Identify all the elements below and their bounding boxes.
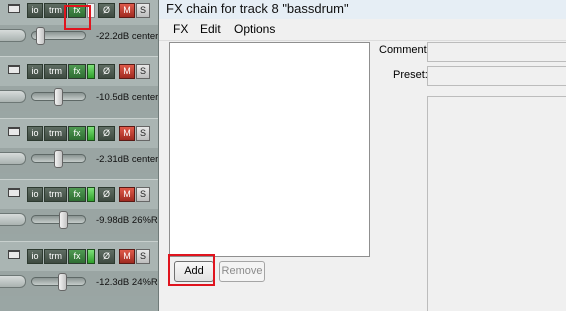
volume-value: -10.5dB xyxy=(96,92,130,103)
trim-button[interactable]: trm xyxy=(44,187,67,202)
solo-button[interactable]: S xyxy=(136,64,150,79)
folder-icon[interactable] xyxy=(8,188,20,197)
volume-readout: -12.3dB 24%R xyxy=(96,277,158,288)
folder-icon[interactable] xyxy=(8,127,20,136)
track-button-row: io trm fx Ø M S xyxy=(27,249,151,264)
plugin-panel xyxy=(427,96,566,311)
phase-button[interactable]: Ø xyxy=(98,126,115,141)
phase-button[interactable]: Ø xyxy=(98,3,115,18)
fx-list[interactable] xyxy=(169,42,370,257)
mute-button[interactable]: M xyxy=(119,126,135,141)
menu-options[interactable]: Options xyxy=(234,22,275,36)
volume-slider[interactable] xyxy=(31,27,86,45)
volume-slider[interactable] xyxy=(31,211,86,229)
mute-button[interactable]: M xyxy=(119,187,135,202)
mute-button[interactable]: M xyxy=(119,249,135,264)
record-arm-knob[interactable] xyxy=(0,213,26,226)
fx-status-indicator[interactable] xyxy=(87,187,95,202)
volume-slider-handle[interactable] xyxy=(36,27,45,45)
volume-readout: -22.2dB center xyxy=(96,31,158,42)
remove-button[interactable]: Remove xyxy=(219,261,265,282)
io-button[interactable]: io xyxy=(27,64,43,79)
volume-value: -12.3dB xyxy=(96,277,130,288)
fx-status-indicator[interactable] xyxy=(87,126,95,141)
solo-button[interactable]: S xyxy=(136,187,150,202)
comment-label: Comment: xyxy=(379,44,430,56)
volume-readout: -10.5dB center xyxy=(96,92,158,103)
fx-button[interactable]: fx xyxy=(68,187,86,202)
fx-status-indicator[interactable] xyxy=(87,249,95,264)
add-button-highlight xyxy=(168,254,215,286)
record-arm-knob[interactable] xyxy=(0,152,26,165)
io-button[interactable]: io xyxy=(27,3,43,18)
menu-bar: FX Edit Options xyxy=(159,19,566,41)
volume-slider-handle[interactable] xyxy=(59,211,68,229)
volume-readout: -2.31dB center xyxy=(96,154,158,165)
volume-slider[interactable] xyxy=(31,88,86,106)
record-arm-knob[interactable] xyxy=(0,90,26,103)
volume-slider-handle[interactable] xyxy=(58,273,67,291)
phase-button[interactable]: Ø xyxy=(98,64,115,79)
pan-value: center xyxy=(131,31,158,42)
track-row[interactable]: io trm fx Ø M S -10.5dB center xyxy=(0,56,158,113)
io-button[interactable]: io xyxy=(27,249,43,264)
track-button-row: io trm fx Ø M S xyxy=(27,187,151,202)
fx-button[interactable]: fx xyxy=(68,64,86,79)
volume-slider-handle[interactable] xyxy=(54,88,63,106)
fx-status-indicator[interactable] xyxy=(87,64,95,79)
track-row[interactable]: io trm fx Ø M S -9.98dB 26%R xyxy=(0,179,158,236)
volume-slider[interactable] xyxy=(31,273,86,291)
solo-button[interactable]: S xyxy=(136,126,150,141)
volume-value: -22.2dB xyxy=(96,31,130,42)
preset-dropdown[interactable] xyxy=(427,66,566,86)
preset-label: Preset: xyxy=(393,69,428,81)
pan-value: 24%R xyxy=(131,277,158,288)
io-button[interactable]: io xyxy=(27,126,43,141)
trim-button[interactable]: trm xyxy=(44,249,67,264)
io-button[interactable]: io xyxy=(27,187,43,202)
volume-slider[interactable] xyxy=(31,150,86,168)
record-arm-knob[interactable] xyxy=(0,275,26,288)
window-titlebar[interactable]: FX chain for track 8 "bassdrum" xyxy=(159,0,566,20)
menu-edit[interactable]: Edit xyxy=(200,22,221,36)
pan-value: center xyxy=(131,92,158,103)
pan-value: center xyxy=(131,154,158,165)
window-title: FX chain for track 8 "bassdrum" xyxy=(166,1,349,16)
volume-readout: -9.98dB 26%R xyxy=(96,215,158,226)
phase-button[interactable]: Ø xyxy=(98,249,115,264)
pan-value: 26%R xyxy=(131,215,158,226)
fx-button[interactable]: fx xyxy=(68,126,86,141)
track-button-row: io trm fx Ø M S xyxy=(27,126,151,141)
fx-chain-window: FX chain for track 8 "bassdrum" FX Edit … xyxy=(158,0,566,311)
mute-button[interactable]: M xyxy=(119,3,135,18)
folder-icon[interactable] xyxy=(8,65,20,74)
track-panel: io trm fx Ø M S -22.2dB center io trm fx Ø M S -10.5d… xyxy=(0,0,158,311)
volume-slider-handle[interactable] xyxy=(54,150,63,168)
fx-button-highlight xyxy=(64,5,91,30)
record-arm-knob[interactable] xyxy=(0,29,26,42)
volume-value: -2.31dB xyxy=(96,154,130,165)
volume-value: -9.98dB xyxy=(96,215,130,226)
trim-button[interactable]: trm xyxy=(44,126,67,141)
solo-button[interactable]: S xyxy=(136,249,150,264)
menu-fx[interactable]: FX xyxy=(173,22,188,36)
track-row[interactable]: io trm fx Ø M S -2.31dB center xyxy=(0,118,158,175)
track-row[interactable]: io trm fx Ø M S -12.3dB 24%R xyxy=(0,241,158,298)
folder-icon[interactable] xyxy=(8,250,20,259)
comment-field[interactable] xyxy=(427,42,566,62)
folder-icon[interactable] xyxy=(8,4,20,13)
fx-button[interactable]: fx xyxy=(68,249,86,264)
mute-button[interactable]: M xyxy=(119,64,135,79)
solo-button[interactable]: S xyxy=(136,3,150,18)
phase-button[interactable]: Ø xyxy=(98,187,115,202)
track-button-row: io trm fx Ø M S xyxy=(27,64,151,79)
trim-button[interactable]: trm xyxy=(44,64,67,79)
